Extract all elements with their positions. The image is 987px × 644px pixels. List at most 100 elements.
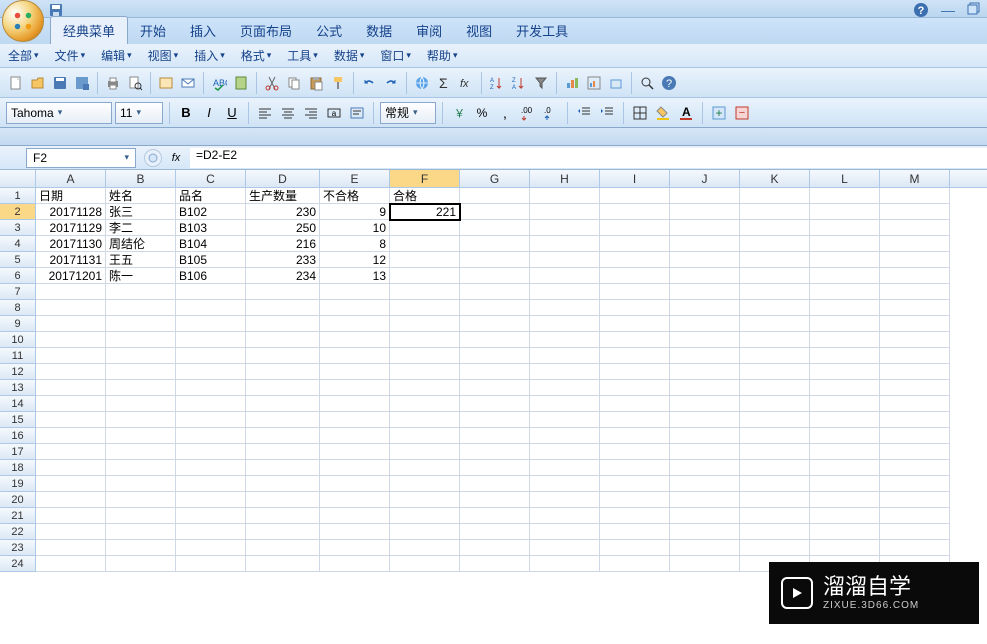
cell-K13[interactable] bbox=[740, 380, 810, 396]
cell-A13[interactable] bbox=[36, 380, 106, 396]
cell-G8[interactable] bbox=[460, 300, 530, 316]
sort-asc-icon[interactable]: AZ bbox=[487, 73, 507, 93]
cell-J20[interactable] bbox=[670, 492, 740, 508]
cell-C9[interactable] bbox=[176, 316, 246, 332]
cell-A1[interactable]: 日期 bbox=[36, 188, 106, 204]
cell-D23[interactable] bbox=[246, 540, 320, 556]
cell-M13[interactable] bbox=[880, 380, 950, 396]
cell-E12[interactable] bbox=[320, 364, 390, 380]
filter-icon[interactable] bbox=[531, 73, 551, 93]
align-right-icon[interactable] bbox=[301, 103, 321, 123]
cell-G14[interactable] bbox=[460, 396, 530, 412]
cell-G21[interactable] bbox=[460, 508, 530, 524]
row-header[interactable]: 24 bbox=[0, 556, 36, 572]
col-header-H[interactable]: H bbox=[530, 170, 600, 187]
ribbon-tab-1[interactable]: 开始 bbox=[128, 17, 178, 44]
paste-icon[interactable] bbox=[306, 73, 326, 93]
decrease-decimal-icon[interactable]: .0 bbox=[541, 103, 561, 123]
cell-J10[interactable] bbox=[670, 332, 740, 348]
cell-H3[interactable] bbox=[530, 220, 600, 236]
cell-K5[interactable] bbox=[740, 252, 810, 268]
cell-M9[interactable] bbox=[880, 316, 950, 332]
cell-H18[interactable] bbox=[530, 460, 600, 476]
row-header[interactable]: 4 bbox=[0, 236, 36, 252]
cell-F10[interactable] bbox=[390, 332, 460, 348]
row-header[interactable]: 17 bbox=[0, 444, 36, 460]
cell-G19[interactable] bbox=[460, 476, 530, 492]
row-header[interactable]: 6 bbox=[0, 268, 36, 284]
cell-B2[interactable]: 张三 bbox=[106, 204, 176, 220]
cell-F11[interactable] bbox=[390, 348, 460, 364]
cell-M17[interactable] bbox=[880, 444, 950, 460]
cell-I2[interactable] bbox=[600, 204, 670, 220]
cell-G15[interactable] bbox=[460, 412, 530, 428]
cell-F15[interactable] bbox=[390, 412, 460, 428]
delete-cells-icon[interactable]: − bbox=[732, 103, 752, 123]
cell-B18[interactable] bbox=[106, 460, 176, 476]
cell-E21[interactable] bbox=[320, 508, 390, 524]
cell-D1[interactable]: 生产数量 bbox=[246, 188, 320, 204]
cell-L9[interactable] bbox=[810, 316, 880, 332]
cell-M12[interactable] bbox=[880, 364, 950, 380]
cell-M10[interactable] bbox=[880, 332, 950, 348]
cell-J14[interactable] bbox=[670, 396, 740, 412]
cell-L15[interactable] bbox=[810, 412, 880, 428]
cell-J23[interactable] bbox=[670, 540, 740, 556]
cell-F4[interactable] bbox=[390, 236, 460, 252]
cell-B5[interactable]: 王五 bbox=[106, 252, 176, 268]
cell-L4[interactable] bbox=[810, 236, 880, 252]
cell-A20[interactable] bbox=[36, 492, 106, 508]
cell-I23[interactable] bbox=[600, 540, 670, 556]
undo-icon[interactable] bbox=[359, 73, 379, 93]
ribbon-tab-5[interactable]: 数据 bbox=[354, 17, 404, 44]
row-header[interactable]: 23 bbox=[0, 540, 36, 556]
align-left-icon[interactable] bbox=[255, 103, 275, 123]
cell-I19[interactable] bbox=[600, 476, 670, 492]
cell-B8[interactable] bbox=[106, 300, 176, 316]
cell-H11[interactable] bbox=[530, 348, 600, 364]
cell-H12[interactable] bbox=[530, 364, 600, 380]
cell-E6[interactable]: 13 bbox=[320, 268, 390, 284]
cell-D2[interactable]: 230 bbox=[246, 204, 320, 220]
cell-L10[interactable] bbox=[810, 332, 880, 348]
cell-B20[interactable] bbox=[106, 492, 176, 508]
cell-H6[interactable] bbox=[530, 268, 600, 284]
cell-H21[interactable] bbox=[530, 508, 600, 524]
cell-L17[interactable] bbox=[810, 444, 880, 460]
cell-G9[interactable] bbox=[460, 316, 530, 332]
cell-A5[interactable]: 20171131 bbox=[36, 252, 106, 268]
cell-K14[interactable] bbox=[740, 396, 810, 412]
cell-L5[interactable] bbox=[810, 252, 880, 268]
cell-L21[interactable] bbox=[810, 508, 880, 524]
copy-icon[interactable] bbox=[284, 73, 304, 93]
cell-M16[interactable] bbox=[880, 428, 950, 444]
col-header-A[interactable]: A bbox=[36, 170, 106, 187]
cell-M6[interactable] bbox=[880, 268, 950, 284]
cell-I18[interactable] bbox=[600, 460, 670, 476]
menu-insert[interactable]: 插入▾ bbox=[194, 47, 225, 64]
italic-icon[interactable]: I bbox=[199, 103, 219, 123]
cell-M2[interactable] bbox=[880, 204, 950, 220]
cell-A9[interactable] bbox=[36, 316, 106, 332]
cell-B1[interactable]: 姓名 bbox=[106, 188, 176, 204]
cell-A16[interactable] bbox=[36, 428, 106, 444]
increase-indent-icon[interactable] bbox=[597, 103, 617, 123]
cell-I16[interactable] bbox=[600, 428, 670, 444]
cell-J16[interactable] bbox=[670, 428, 740, 444]
cell-K23[interactable] bbox=[740, 540, 810, 556]
cell-I14[interactable] bbox=[600, 396, 670, 412]
restore-icon[interactable] bbox=[967, 2, 981, 18]
cell-J7[interactable] bbox=[670, 284, 740, 300]
row-header[interactable]: 3 bbox=[0, 220, 36, 236]
cell-E1[interactable]: 不合格 bbox=[320, 188, 390, 204]
cell-F12[interactable] bbox=[390, 364, 460, 380]
ribbon-tab-8[interactable]: 开发工具 bbox=[504, 17, 580, 44]
email-icon[interactable] bbox=[178, 73, 198, 93]
cell-H16[interactable] bbox=[530, 428, 600, 444]
increase-decimal-icon[interactable]: .00 bbox=[518, 103, 538, 123]
cell-L13[interactable] bbox=[810, 380, 880, 396]
cell-D10[interactable] bbox=[246, 332, 320, 348]
cell-A10[interactable] bbox=[36, 332, 106, 348]
cell-E23[interactable] bbox=[320, 540, 390, 556]
cell-B23[interactable] bbox=[106, 540, 176, 556]
